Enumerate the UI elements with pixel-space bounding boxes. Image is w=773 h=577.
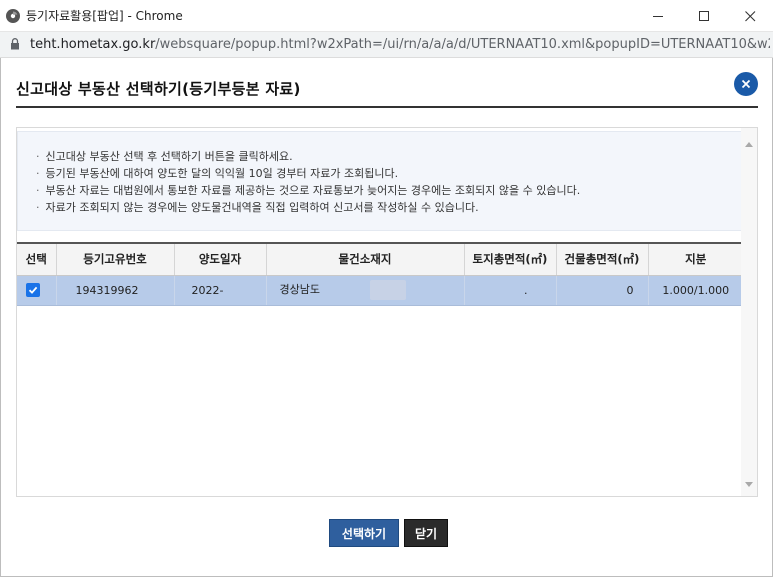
cell-address-text: 경상남도: [279, 283, 320, 296]
window-close-button[interactable]: [727, 0, 773, 32]
table-header-row: 선택 등기고유번호 양도일자 물건소재지 토지총면적(㎡) 건물총면적(㎡) 지…: [17, 242, 743, 276]
url-path: /websquare/popup.html?w2xPath=/ui/rn/a/a…: [155, 37, 770, 52]
header-land-area: 토지총면적(㎡): [464, 242, 557, 276]
header-address: 물건소재지: [266, 242, 465, 276]
minimize-button[interactable]: [635, 0, 681, 32]
content-frame: 신고대상 부동산 선택 후 선택하기 버튼을 클릭하세요. 등기된 부동산에 대…: [16, 127, 758, 497]
row-checkbox[interactable]: [26, 282, 40, 297]
cell-date: 2022-: [174, 275, 267, 306]
minimize-icon: [652, 15, 663, 17]
header-date: 양도일자: [174, 242, 267, 276]
table-row[interactable]: 194319962 2022- 경상남도 . 0 1.000/1.000: [17, 275, 743, 306]
cell-address: 경상남도: [266, 275, 465, 306]
close-icon: [741, 79, 751, 89]
window-title: 등기자료활용[팝업] - Chrome: [26, 9, 183, 23]
maximize-icon: [698, 10, 709, 21]
title-bar: 등기자료활용[팝업] - Chrome: [0, 0, 773, 32]
row-checkbox-cell[interactable]: [17, 275, 57, 306]
header-reg-no: 등기고유번호: [56, 242, 175, 276]
close-button[interactable]: 닫기: [404, 519, 448, 547]
cell-reg-no: 194319962: [56, 275, 175, 306]
property-table: 선택 등기고유번호 양도일자 물건소재지 토지총면적(㎡) 건물총면적(㎡) 지…: [17, 242, 743, 306]
header-share: 지분: [648, 242, 743, 276]
header-building-area: 건물총면적(㎡): [556, 242, 649, 276]
lock-icon: [10, 35, 20, 54]
notice-line: 자료가 조회되지 않는 경우에는 양도물건내역을 직접 입력하여 신고서를 작성…: [36, 199, 742, 216]
cell-building-area: 0: [556, 275, 649, 306]
notice-line: 부동산 자료는 대법원에서 통보한 자료를 제공하는 것으로 자료통보가 늦어지…: [36, 182, 742, 199]
select-button[interactable]: 선택하기: [329, 519, 399, 547]
notice-line: 등기된 부동산에 대하여 양도한 달의 익익월 10일 경부터 자료가 조회됩니…: [36, 165, 742, 182]
popup-title: 신고대상 부동산 선택하기(등기부등본 자료): [16, 80, 301, 98]
masked-address: [369, 280, 406, 300]
cell-land-area: .: [464, 275, 557, 306]
header-select: 선택: [17, 242, 57, 276]
url-host: teht.hometax.go.kr: [30, 37, 156, 52]
scroll-down-icon[interactable]: [745, 473, 753, 492]
scroll-up-icon[interactable]: [745, 132, 753, 151]
popup-header: 신고대상 부동산 선택하기(등기부등본 자료): [16, 72, 758, 108]
check-icon: [28, 286, 38, 294]
notice-box: 신고대상 부동산 선택 후 선택하기 버튼을 클릭하세요. 등기된 부동산에 대…: [17, 131, 743, 231]
vertical-scrollbar[interactable]: [741, 128, 757, 496]
url-text: teht.hometax.go.kr/websquare/popup.html?…: [30, 37, 770, 52]
cell-share: 1.000/1.000: [648, 275, 743, 306]
close-icon: [744, 10, 755, 21]
address-bar[interactable]: teht.hometax.go.kr/websquare/popup.html?…: [0, 32, 773, 58]
maximize-button[interactable]: [681, 0, 727, 32]
notice-line: 신고대상 부동산 선택 후 선택하기 버튼을 클릭하세요.: [36, 148, 742, 165]
chrome-app-icon: [6, 8, 20, 23]
popup-close-button[interactable]: [734, 72, 758, 96]
